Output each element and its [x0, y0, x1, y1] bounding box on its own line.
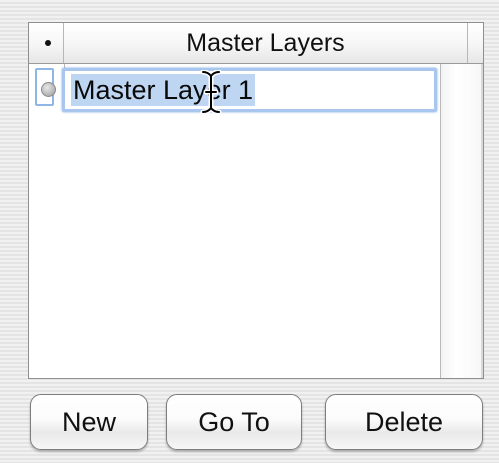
table-header: Master Layers: [29, 23, 483, 64]
header-master-layers-column[interactable]: Master Layers: [64, 23, 468, 63]
master-layers-table: Master Layers Master Layer 1: [28, 22, 484, 379]
table-row[interactable]: Master Layer 1: [29, 64, 440, 114]
header-corner: [468, 23, 483, 63]
bullet-icon: [45, 40, 51, 46]
layer-name-text: Master Layer 1: [71, 74, 256, 106]
go-to-button[interactable]: Go To: [166, 394, 302, 450]
new-button[interactable]: New: [30, 394, 148, 450]
scrollbar-edge: [481, 64, 483, 378]
vertical-scrollbar[interactable]: [440, 64, 483, 378]
layer-name-edit-field[interactable]: Master Layer 1: [62, 68, 437, 112]
radio-icon[interactable]: [41, 82, 56, 97]
ibeam-cursor-icon: [200, 70, 222, 114]
delete-button[interactable]: Delete: [325, 394, 483, 450]
column-header-label: Master Layers: [186, 29, 345, 57]
header-dot-column[interactable]: [29, 23, 64, 63]
